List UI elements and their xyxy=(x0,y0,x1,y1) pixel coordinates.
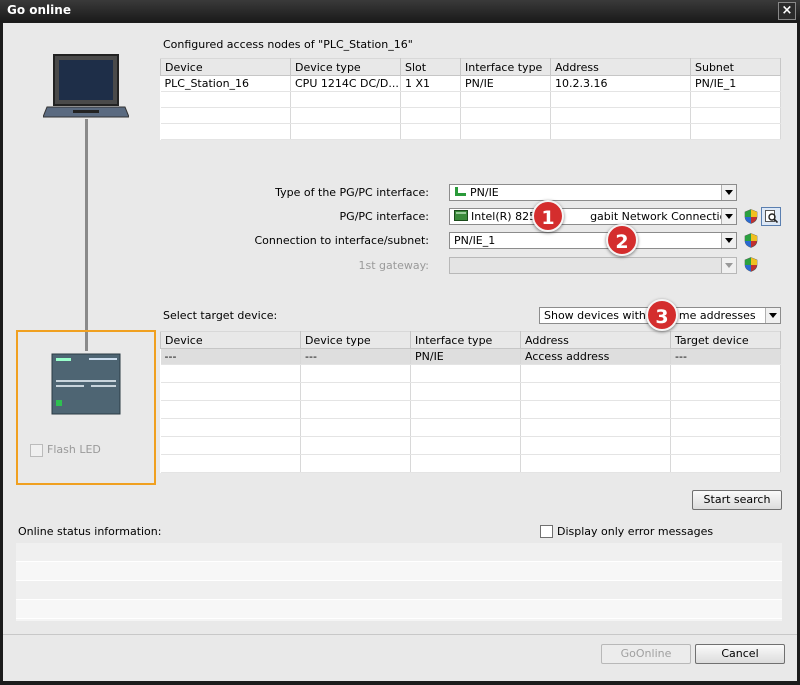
online-status-area xyxy=(16,543,782,621)
callout-badge-1: 1 xyxy=(532,200,564,232)
table-cell: 10.2.3.16 xyxy=(550,75,691,92)
gateway-label: 1st gateway: xyxy=(358,259,430,272)
column-header: Interface type xyxy=(410,331,521,349)
flash-led-checkbox[interactable] xyxy=(30,444,43,457)
table-row[interactable]: --- --- PN/IE Access address --- xyxy=(160,348,781,365)
configured-nodes-title: Configured access nodes of "PLC_Station_… xyxy=(163,38,413,51)
column-header: Device xyxy=(160,58,291,76)
column-header: Subnet xyxy=(690,58,781,76)
table-row xyxy=(160,364,781,383)
device-filter-value-rest: me addresses xyxy=(678,309,756,322)
interface-type-value: PN/IE xyxy=(470,186,499,199)
table-cell: 1 X1 xyxy=(400,75,461,92)
close-button[interactable]: × xyxy=(778,2,796,20)
connection-subnet-label: Connection to interface/subnet: xyxy=(254,234,430,247)
connection-line xyxy=(85,119,88,351)
shield-icon[interactable] xyxy=(744,257,758,272)
network-card-icon xyxy=(454,210,468,221)
table-cell: PN/IE xyxy=(460,75,551,92)
column-header: Device xyxy=(160,331,301,349)
column-header: Slot xyxy=(400,58,461,76)
pgpc-interface-value-rest: gabit Network Connection xyxy=(590,210,734,223)
column-header: Address xyxy=(520,331,671,349)
column-header: Address xyxy=(550,58,691,76)
table-cell: Access address xyxy=(520,348,671,365)
table-cell: CPU 1214C DC/D... xyxy=(290,75,401,92)
chevron-down-icon[interactable] xyxy=(721,185,736,200)
error-only-label: Display only error messages xyxy=(557,525,714,538)
select-target-label: Select target device: xyxy=(163,309,278,322)
table-row xyxy=(160,123,781,140)
interface-type-label: Type of the PG/PC interface: xyxy=(275,186,429,199)
table-cell: PN/IE xyxy=(410,348,521,365)
cancel-button[interactable]: Cancel xyxy=(695,644,785,664)
column-header: Target device xyxy=(670,331,781,349)
device-filter-value: Show devices with xyxy=(544,309,646,322)
go-online-button[interactable]: GoOnline xyxy=(601,644,691,664)
configured-nodes-table: Device Device type Slot Interface type A… xyxy=(160,58,781,140)
title-bar: Go online × xyxy=(0,0,800,22)
table-cell: --- xyxy=(670,348,781,365)
start-search-button[interactable]: Start search xyxy=(692,490,782,510)
pgpc-interface-label: PG/PC interface: xyxy=(339,210,429,223)
flash-led-label: Flash LED xyxy=(47,443,101,456)
table-row xyxy=(160,418,781,437)
callout-badge-2: 2 xyxy=(606,224,638,256)
plc-device-icon xyxy=(51,353,121,415)
pgpc-interface-select[interactable]: Intel(R) 8257 gabit Network Connection xyxy=(449,208,737,225)
pg-pc-icon xyxy=(43,54,129,118)
chevron-down-icon[interactable] xyxy=(765,308,780,323)
table-cell: PLC_Station_16 xyxy=(160,75,291,92)
table-row xyxy=(160,382,781,401)
divider xyxy=(3,634,797,635)
callout-badge-3: 3 xyxy=(646,299,678,331)
column-header: Device type xyxy=(290,58,401,76)
properties-button[interactable] xyxy=(761,207,781,226)
chevron-down-icon[interactable] xyxy=(721,233,736,248)
dialog-body: Flash LED Configured access nodes of "PL… xyxy=(3,23,797,681)
online-status-label: Online status information: xyxy=(18,525,162,538)
window-title: Go online xyxy=(7,3,71,17)
gateway-select[interactable] xyxy=(449,257,737,274)
table-row[interactable]: PLC_Station_16 CPU 1214C DC/D... 1 X1 PN… xyxy=(160,75,781,92)
target-devices-table: Device Device type Interface type Addres… xyxy=(160,331,781,473)
connection-subnet-value: PN/IE_1 xyxy=(454,234,496,247)
column-header: Device type xyxy=(300,331,411,349)
connection-subnet-select[interactable]: PN/IE_1 xyxy=(449,232,737,249)
table-row xyxy=(160,107,781,124)
column-header: Interface type xyxy=(460,58,551,76)
table-row xyxy=(160,436,781,455)
table-cell: --- xyxy=(160,348,301,365)
table-row xyxy=(160,91,781,108)
shield-icon[interactable] xyxy=(744,233,758,248)
network-icon xyxy=(455,187,466,196)
table-cell: PN/IE_1 xyxy=(690,75,781,92)
interface-type-select[interactable]: PN/IE xyxy=(449,184,737,201)
chevron-down-icon[interactable] xyxy=(721,258,736,273)
chevron-down-icon[interactable] xyxy=(721,209,736,224)
shield-icon[interactable] xyxy=(744,209,758,224)
table-cell: --- xyxy=(300,348,411,365)
table-row xyxy=(160,400,781,419)
search-icon xyxy=(765,210,778,223)
table-row xyxy=(160,454,781,473)
error-only-checkbox[interactable] xyxy=(540,525,553,538)
